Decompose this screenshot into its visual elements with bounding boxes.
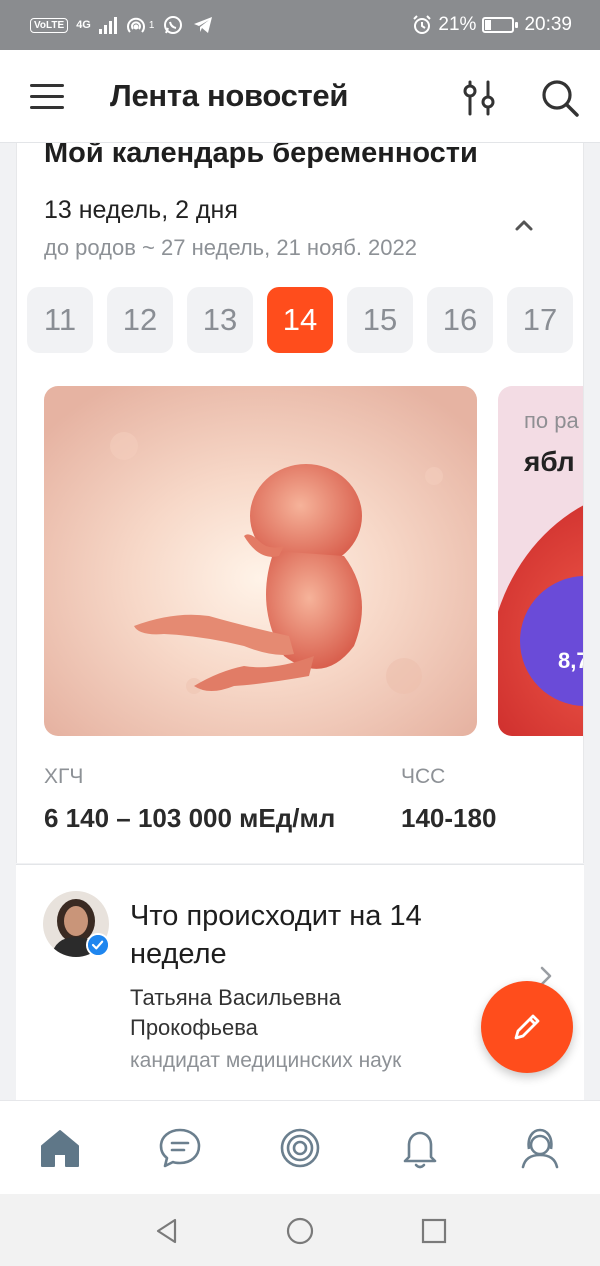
hcg-label: ХГЧ xyxy=(44,765,84,788)
week-chip-selected[interactable]: 14 xyxy=(267,287,333,353)
volte-badge: VoLTE xyxy=(30,17,69,33)
verified-badge-icon xyxy=(86,933,110,957)
due-date: до родов ~ 27 недель, 21 нояб. 2022 xyxy=(44,235,418,260)
article-title: Что происходит на 14 неделе xyxy=(130,900,422,970)
recents-icon[interactable] xyxy=(419,1216,449,1246)
telegram-icon xyxy=(194,17,213,33)
bell-icon[interactable] xyxy=(397,1125,443,1171)
clock: 20:39 xyxy=(524,14,572,35)
whatsapp-icon xyxy=(164,16,183,34)
network-type: 4G xyxy=(76,19,91,31)
embryo-illustration[interactable] xyxy=(44,386,477,736)
article-card[interactable]: Что происходит на 14 неделе Татьяна Васи… xyxy=(16,864,584,1100)
back-icon[interactable] xyxy=(152,1216,182,1246)
chat-icon[interactable] xyxy=(157,1125,203,1171)
system-nav-bar xyxy=(0,1194,600,1266)
home-icon[interactable] xyxy=(37,1125,83,1171)
signal-icon xyxy=(98,16,117,34)
hamburger-menu-icon[interactable] xyxy=(30,81,64,111)
current-week: 13 недель, 2 дня xyxy=(44,196,238,224)
target-icon[interactable] xyxy=(277,1125,323,1171)
week-chip[interactable]: 12 xyxy=(107,287,173,353)
status-right: 21% 20:39 xyxy=(412,14,572,36)
fruit-name: ябл xyxy=(524,446,575,477)
fruit-label: по ра xyxy=(524,408,579,433)
heart-rate-label: ЧСС xyxy=(401,765,446,788)
filter-sliders-icon[interactable] xyxy=(458,78,502,118)
pregnancy-calendar-card: Мой календарь беременности 13 недель, 2 … xyxy=(16,143,584,863)
article-author: Татьяна Васильевна Прокофьева xyxy=(130,985,341,1040)
chevron-up-icon[interactable] xyxy=(509,213,539,237)
week-chip[interactable]: 16 xyxy=(427,287,493,353)
pencil-icon xyxy=(514,1014,540,1040)
app-header: Лента новостей xyxy=(0,50,600,143)
bottom-nav xyxy=(0,1100,600,1194)
battery-icon xyxy=(482,17,519,33)
page-title: Лента новостей xyxy=(110,78,349,113)
search-icon[interactable] xyxy=(538,76,582,120)
week-chip[interactable]: 15 xyxy=(347,287,413,353)
sim-slot: 1 xyxy=(148,19,155,31)
battery-percent: 21% xyxy=(438,14,477,35)
profile-icon[interactable] xyxy=(517,1125,563,1171)
week-chip[interactable]: 17 xyxy=(507,287,573,353)
calendar-title: Мой календарь беременности xyxy=(44,143,478,169)
compose-button[interactable] xyxy=(481,981,573,1073)
author-role: кандидат медицинских наук xyxy=(130,1049,402,1072)
week-selector: 11 12 13 14 15 16 17 xyxy=(27,287,573,353)
week-chip[interactable]: 11 xyxy=(27,287,93,353)
size-value: 8,7 xyxy=(558,648,583,673)
week-chip[interactable]: 13 xyxy=(187,287,253,353)
fruit-size-card[interactable]: по ра ябл 8,7 xyxy=(498,386,583,736)
status-left: VoLTE 4G 1 xyxy=(30,14,214,36)
status-bar: VoLTE 4G 1 21% 20:39 xyxy=(0,0,600,50)
heart-rate-value: 140-180 xyxy=(401,803,497,833)
wifi-hotspot-icon xyxy=(126,17,145,33)
alarm-icon xyxy=(413,15,432,34)
hcg-value: 6 140 – 103 000 мЕд/мл xyxy=(44,803,336,833)
home-circle-icon[interactable] xyxy=(285,1216,315,1246)
